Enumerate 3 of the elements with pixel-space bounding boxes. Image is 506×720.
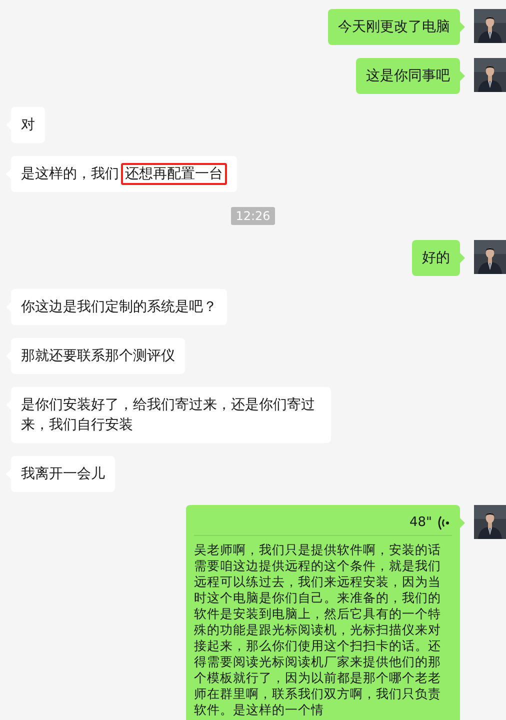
voice-transcript: 吴老师啊，我们只是提供软件啊，安装的话需要咱这边提供远程的这个条件，就是我们远程可以练过去，我们来远程安装，因为当时这个电脑是你们自己。来准备的，我们的软件是安装到电脑上，然后它具有的一个特殊的功能是跟光标阅读机，光标扫描仪来对接起来，那么你们使用这个扫扫卡的话。还得需要阅读光标阅读机厂家来提供他们的那个模板就行了，因为以前都是那个哪个老老师在群里啊，联系我们双方啊，我们只负责软件。是这样的一个情 <box>194 541 442 718</box>
voice-duration: 48" <box>409 514 432 532</box>
timestamp: 12:26 <box>230 207 276 225</box>
